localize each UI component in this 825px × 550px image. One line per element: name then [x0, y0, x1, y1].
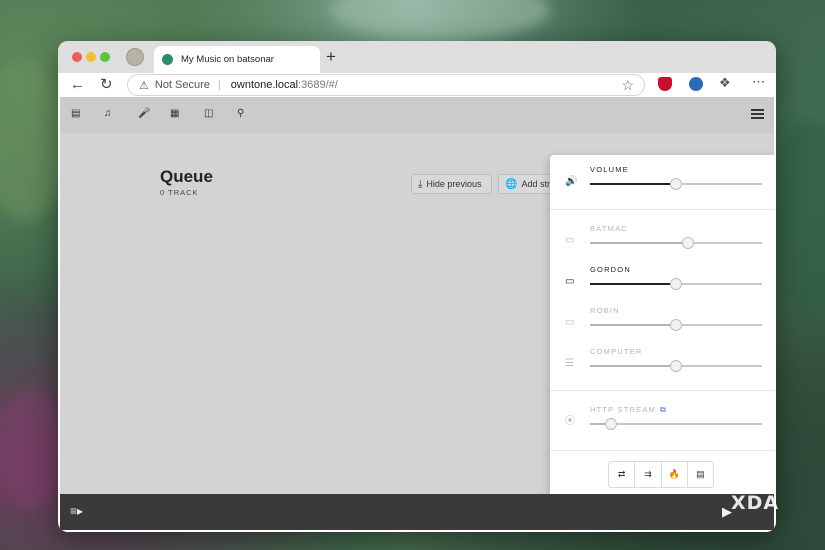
consume-icon[interactable]: 🔥 [660, 461, 688, 488]
hide-previous-button[interactable]: ⤓ Hide previous [411, 174, 492, 194]
hide-previous-label: Hide previous [426, 179, 482, 189]
slider-knob[interactable] [604, 418, 617, 430]
track-count: 0 TRACK [160, 188, 199, 197]
minimize-window-button[interactable] [86, 52, 96, 62]
browser-window: My Music on batsonar + ← ↻ ⚠ Not Secure … [58, 41, 776, 532]
divider [550, 390, 774, 391]
bookmark-star-icon[interactable]: ☆ [621, 77, 634, 94]
output-name: GORDON [590, 265, 631, 274]
not-secure-label: Not Secure [154, 79, 210, 91]
repeat-icon[interactable]: ⇉ [634, 461, 662, 488]
broadcast-icon[interactable]: ⦿ [565, 417, 575, 427]
output-robin: ▭ ROBIN [550, 306, 774, 336]
tab-bar: My Music on batsonar + [58, 41, 776, 73]
output-name: ROBIN [590, 306, 620, 315]
airplay-icon[interactable]: ▭ [565, 277, 574, 287]
microphone-icon[interactable]: 🎤 [138, 108, 150, 120]
speaker-volume-icon[interactable]: 🔊 [565, 177, 577, 187]
output-volume-slider[interactable] [590, 278, 762, 290]
watermark-logo: XDA [731, 492, 780, 514]
back-arrow-icon[interactable]: ← [70, 75, 85, 95]
folder-icon[interactable]: ◫ [204, 108, 213, 120]
url-separator: | [217, 79, 221, 91]
output-name: BATMAC [590, 224, 628, 233]
slider-knob[interactable] [682, 237, 695, 249]
output-volume-slider[interactable] [590, 360, 762, 372]
output-batmac: ▭ BATMAC [550, 224, 774, 254]
app-navbar: ▤ ♫ 🎤 ▦ ◫ ⚲ [60, 97, 774, 133]
server-icon[interactable]: ☰ [565, 359, 574, 369]
monitor-icon[interactable]: ▭ [565, 236, 574, 246]
favicon-icon [162, 54, 173, 65]
web-content: ▤ ♫ 🎤 ▦ ◫ ⚲ Queue 0 TRACK ⤓ Hide previou… [60, 97, 774, 530]
external-link-icon[interactable]: ⧉ [660, 405, 666, 414]
close-window-button[interactable] [72, 52, 82, 62]
extension-icon[interactable] [689, 77, 703, 91]
queue-list-icon[interactable]: ≡▸ [70, 504, 83, 518]
playback-mode-buttons: ⇄ ⇉ 🔥 ▤ [608, 461, 717, 488]
puzzle-icon[interactable]: ❖ [719, 75, 731, 91]
warning-icon: ⚠ [139, 79, 149, 92]
slider-knob[interactable] [670, 278, 682, 290]
more-menu-icon[interactable]: ⋯ [752, 74, 766, 90]
output-name: COMPUTER [590, 347, 643, 356]
url-path: :3689/#/ [298, 79, 338, 91]
new-tab-button[interactable]: + [326, 48, 336, 65]
output-volume-slider[interactable] [590, 418, 762, 430]
slider-knob[interactable] [670, 360, 682, 372]
lyrics-icon[interactable]: ▤ [686, 461, 714, 488]
music-note-icon[interactable]: ♫ [104, 108, 112, 120]
output-gordon: ▭ GORDON [550, 265, 774, 295]
output-http-stream: ⦿ HTTP STREAM ⧉ [550, 405, 774, 435]
browser-toolbar: ← ↻ ⚠ Not Secure | owntone.local :3689/#… [58, 73, 776, 97]
divider [550, 209, 774, 210]
maximize-window-button[interactable] [100, 52, 110, 62]
reload-icon[interactable]: ↻ [100, 75, 113, 95]
url-host: owntone.local [230, 79, 299, 91]
output-volume-slider[interactable] [590, 319, 762, 331]
wallpaper-foliage [330, 0, 550, 40]
slider-knob[interactable] [670, 319, 682, 331]
globe-icon: 🌐 [505, 178, 518, 190]
shield-extension-icon[interactable] [658, 77, 672, 91]
player-bar: ≡▸ ▶ [60, 494, 774, 530]
browser-tab[interactable]: My Music on batsonar [154, 46, 320, 73]
address-bar[interactable]: ⚠ Not Secure | owntone.local :3689/#/ ☆ [127, 74, 645, 96]
divider [550, 450, 774, 451]
search-icon[interactable]: ⚲ [237, 108, 244, 120]
shuffle-icon[interactable]: ⇄ [608, 461, 636, 488]
add-stream-button[interactable]: 🌐 Add stream [498, 174, 558, 194]
download-icon: ⤓ [418, 178, 423, 190]
monitor-icon[interactable]: ▭ [565, 318, 574, 328]
page-title: Queue [160, 167, 213, 186]
profile-avatar-icon[interactable] [126, 48, 144, 66]
music-library-icon[interactable]: ▤ [71, 108, 80, 120]
output-volume-slider[interactable] [590, 237, 762, 249]
tab-title: My Music on batsonar [181, 54, 274, 65]
hamburger-menu-icon[interactable] [751, 109, 764, 119]
output-name: VOLUME [590, 165, 629, 174]
output-computer: ☰ COMPUTER [550, 347, 774, 377]
wallpaper-foliage [770, 120, 825, 320]
volume-row: 🔊 VOLUME [550, 165, 774, 195]
output-name: HTTP STREAM ⧉ [590, 405, 666, 414]
slider-knob[interactable] [670, 178, 682, 190]
volume-slider[interactable] [590, 178, 762, 190]
outputs-dropdown: 🔊 VOLUME ▭ BATMAC ▭ GORDON ▭ ROBIN ☰ COM… [550, 155, 774, 495]
book-icon[interactable]: ▦ [170, 108, 179, 120]
